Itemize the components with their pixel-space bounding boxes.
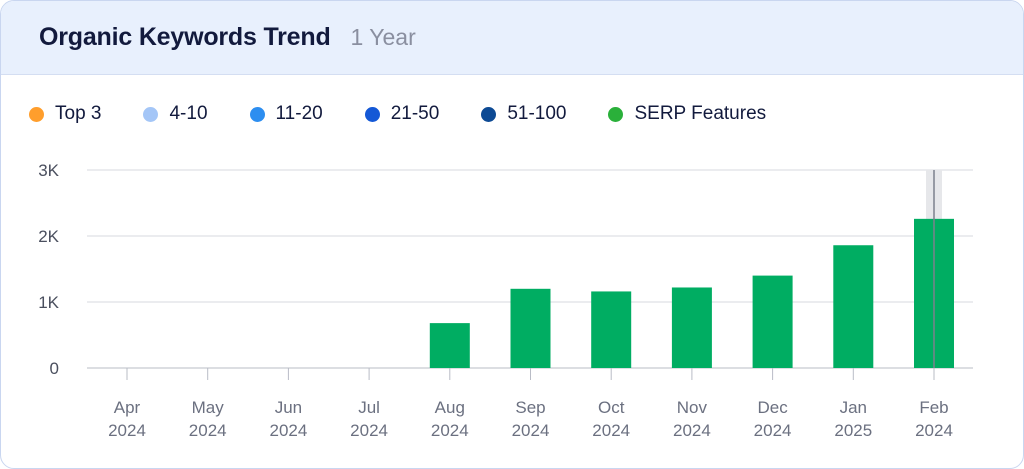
x-tick-label-year: 2024 bbox=[431, 421, 469, 440]
x-tick-label-year: 2025 bbox=[834, 421, 872, 440]
bar bbox=[591, 291, 632, 368]
x-tick-label-month: Feb bbox=[919, 398, 948, 417]
chart-plot: 0 1K 2K 3K Apr 2024 May 2024 Jun 2024 Jul 2024 Aug 20… bbox=[38, 161, 973, 440]
x-tick-label-year: 2024 bbox=[108, 421, 146, 440]
x-tick-label-month: Apr bbox=[114, 398, 141, 417]
bar bbox=[752, 275, 793, 368]
x-tick-label-month: Jul bbox=[358, 398, 380, 417]
x-tick-label-month: Sep bbox=[515, 398, 545, 417]
x-tick-label-year: 2024 bbox=[512, 421, 550, 440]
x-tick-label-year: 2024 bbox=[754, 421, 792, 440]
bar bbox=[833, 245, 874, 368]
x-tick-label-month: Oct bbox=[598, 398, 625, 417]
x-tick-label-month: Jan bbox=[840, 398, 867, 417]
x-tick-label-year: 2024 bbox=[269, 421, 307, 440]
bar bbox=[429, 323, 470, 368]
y-tick-label: 3K bbox=[38, 161, 59, 180]
y-tick-label: 1K bbox=[38, 293, 59, 312]
y-tick-label: 2K bbox=[38, 227, 59, 246]
x-tick-label-month: May bbox=[192, 398, 225, 417]
x-tick-label-month: Nov bbox=[677, 398, 708, 417]
y-tick-label: 0 bbox=[50, 359, 59, 378]
x-tick-label-year: 2024 bbox=[673, 421, 711, 440]
x-tick-label-month: Aug bbox=[435, 398, 465, 417]
chart-card: Organic Keywords Trend 1 Year Top 3 4-10 1… bbox=[0, 0, 1024, 469]
bar bbox=[510, 288, 551, 368]
x-tick-label-year: 2024 bbox=[592, 421, 630, 440]
x-tick-label-month: Dec bbox=[757, 398, 788, 417]
x-tick-label-year: 2024 bbox=[915, 421, 953, 440]
x-tick-label-year: 2024 bbox=[350, 421, 388, 440]
bar bbox=[671, 287, 712, 368]
x-tick-label-year: 2024 bbox=[189, 421, 227, 440]
x-tick-label-month: Jun bbox=[275, 398, 302, 417]
